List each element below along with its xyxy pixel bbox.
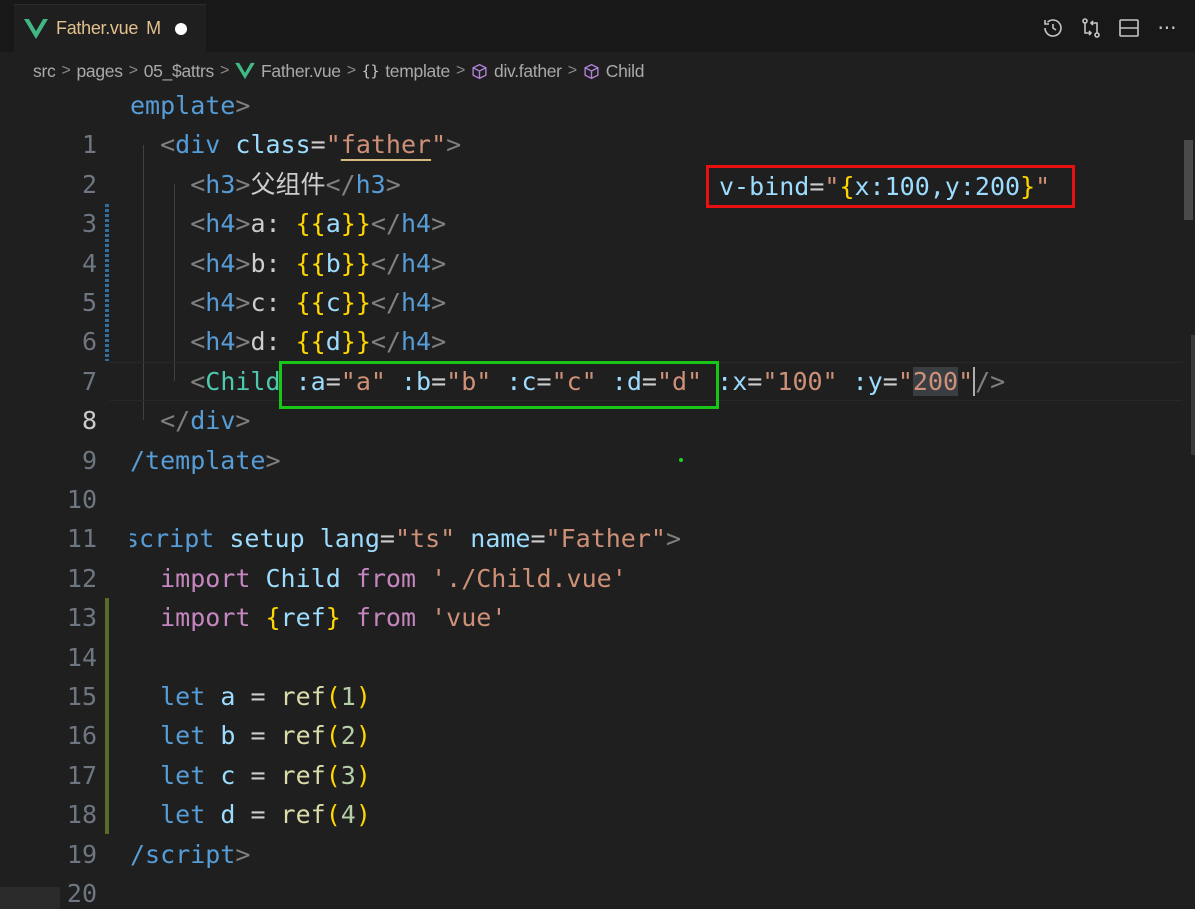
code-line-18: 18 let c = ref(3) xyxy=(0,756,1182,829)
code-text: <h3>父组件</h3> xyxy=(190,169,401,199)
breadcrumb-item-template[interactable]: template xyxy=(385,61,450,82)
code-text: let c = ref(3) xyxy=(160,760,371,790)
code-line-10: 10 /template> xyxy=(0,441,1182,514)
vue-icon xyxy=(235,62,255,80)
chevron-right-icon: > xyxy=(346,62,356,79)
breadcrumb: src > pages > 05_$attrs > Father.vue > {… xyxy=(33,58,644,84)
code-text: import {ref} from 'vue' xyxy=(160,603,507,633)
editor-actions: ··· xyxy=(1039,14,1181,42)
split-editor-icon xyxy=(1119,19,1139,37)
code-line-4: 4 <h4>a: {{a}}</h4> xyxy=(0,204,1182,277)
chevron-right-icon: > xyxy=(455,62,466,79)
breadcrumb-item-src[interactable]: src xyxy=(33,61,56,82)
annotation-red-box: v-bind="{x:100,y:200}" xyxy=(706,165,1075,208)
chevron-right-icon: > xyxy=(128,62,138,79)
chevron-right-icon: > xyxy=(567,62,577,79)
code-line-12: 12 script setup lang="ts" name="Father"> xyxy=(0,519,1182,592)
code-line-13: 13 import Child from './Child.vue' xyxy=(0,559,1182,632)
corner-overlay xyxy=(0,887,60,909)
code-line-20: 20 /script> xyxy=(0,835,1182,908)
code-text: /script> xyxy=(130,839,251,869)
code-text: let a = ref(1) xyxy=(160,682,371,711)
scrollbar-thumb[interactable] xyxy=(1184,140,1193,220)
code-line-14: 14 import {ref} from 'vue' xyxy=(0,598,1182,671)
annotation-dot xyxy=(679,458,683,462)
breadcrumb-item-div-father[interactable]: div.father xyxy=(494,61,562,82)
code-text: <h4>a: {{a}}</h4> xyxy=(190,209,447,239)
tab-father-vue[interactable]: Father.vue M xyxy=(14,4,206,52)
unsaved-dot-icon[interactable] xyxy=(174,22,187,35)
compare-changes-button[interactable] xyxy=(1077,14,1105,42)
timeline-icon xyxy=(1044,19,1062,37)
braces-icon: {} xyxy=(361,62,380,80)
breadcrumb-item-pages[interactable]: pages xyxy=(76,61,122,82)
editor-title-bar: Father.vue M ··· xyxy=(0,0,1195,52)
code-text: script setup lang="ts" name="Father"> xyxy=(130,524,682,554)
chevron-right-icon: > xyxy=(219,62,230,79)
breadcrumb-item-file[interactable]: Father.vue xyxy=(261,61,341,82)
code-text: import Child from './Child.vue' xyxy=(160,563,627,593)
breadcrumb-item-child[interactable]: Child xyxy=(606,61,645,82)
code-line-15: 15 xyxy=(0,638,1182,711)
vue-icon xyxy=(24,18,48,39)
code-line-5: 5 <h4>b: {{b}}</h4> xyxy=(0,244,1182,317)
code-line-7: 7 <h4>d: {{d}}</h4> xyxy=(0,322,1182,395)
code-text: let d = ref(4) xyxy=(160,800,371,830)
code-text: <h4>b: {{b}}</h4> xyxy=(190,248,447,278)
code-editor[interactable]: 1 emplate> 2 <div class="father"> 3 <h3>… xyxy=(0,86,1182,909)
code-text: /template> xyxy=(130,445,281,475)
scrollbar-overview-mark xyxy=(1191,335,1195,455)
timeline-button[interactable] xyxy=(1039,14,1067,42)
cube-icon xyxy=(471,63,488,80)
annotation-green-box xyxy=(279,361,719,409)
code-line-16: 16 let a = ref(1) xyxy=(0,677,1182,750)
code-line-21: 21 xyxy=(0,874,1182,909)
more-actions-icon: ··· xyxy=(1157,16,1177,40)
tab-filename: Father.vue xyxy=(56,18,139,38)
code-text: </div> xyxy=(160,406,251,436)
code-line-19: 19 let d = ref(4) xyxy=(0,795,1182,868)
code-line-17: 17 let b = ref(2) xyxy=(0,716,1182,789)
code-line-6: 6 <h4>c: {{c}}</h4> xyxy=(0,283,1182,356)
more-actions-button[interactable]: ··· xyxy=(1153,14,1181,42)
breadcrumb-item-folder[interactable]: 05_$attrs xyxy=(144,61,215,82)
cube-icon xyxy=(583,63,600,80)
code-text: let b = ref(2) xyxy=(160,721,371,751)
code-line-1: 1 emplate> xyxy=(0,86,1182,159)
modified-badge: M xyxy=(146,18,161,38)
chevron-right-icon: > xyxy=(61,62,71,79)
code-text: <h4>d: {{d}}</h4> xyxy=(190,327,447,357)
code-text: <div class="father"> xyxy=(160,130,462,160)
split-editor-button[interactable] xyxy=(1115,14,1143,42)
code-text: <h4>c: {{c}}</h4> xyxy=(190,288,447,317)
compare-changes-icon xyxy=(1082,18,1100,38)
code-text: emplate> xyxy=(130,91,251,120)
code-line-2: 2 <div class="father"> xyxy=(0,125,1182,198)
code-line-11: 11 xyxy=(0,480,1182,553)
